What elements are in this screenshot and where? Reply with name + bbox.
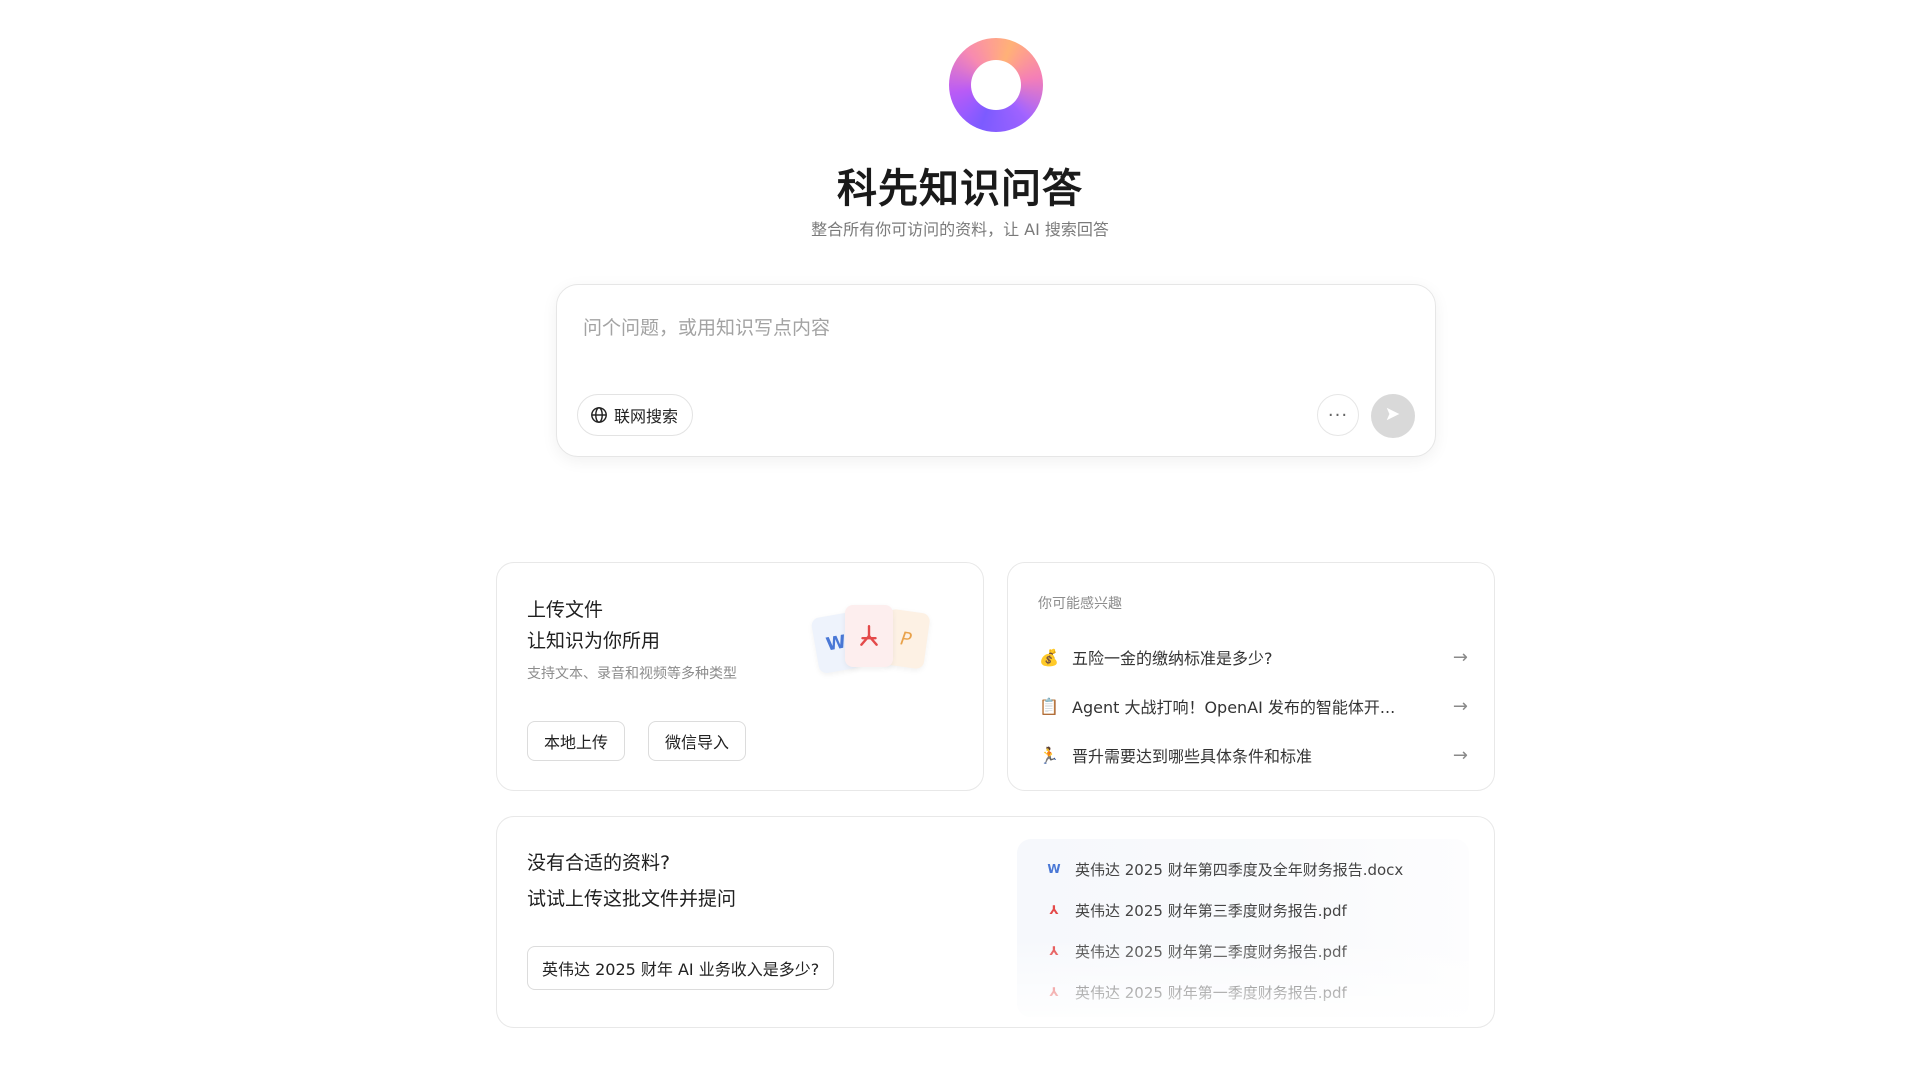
wechat-import-button[interactable]: 微信导入 — [648, 721, 747, 761]
pdf-file-icon: ⅄ — [1049, 903, 1059, 917]
suggestion-text: 晋升需要达到哪些具体条件和标准 — [1072, 747, 1313, 766]
suggestion-item[interactable]: 📋 Agent 大战打响！OpenAI 发布的智能体开... → — [1038, 688, 1468, 724]
suggestion-text: Agent 大战打响！OpenAI 发布的智能体开... — [1072, 698, 1396, 717]
pdf-file-icon: ⅄ — [1049, 944, 1059, 958]
upload-title-line1: 上传文件 — [527, 599, 604, 621]
suggestion-text: 五险一金的缴纳标准是多少? — [1072, 649, 1273, 668]
arrow-right-icon: → — [1452, 744, 1468, 766]
sample-title-line1: 没有合适的资料? — [527, 852, 671, 874]
page-title: 科先知识问答 — [837, 166, 1083, 212]
upload-description: 支持文本、录音和视频等多种类型 — [527, 666, 737, 682]
file-item: W 英伟达 2025 财年第四季度及全年财务报告.docx — [1045, 855, 1403, 883]
file-name: 英伟达 2025 财年第四季度及全年财务报告.docx — [1075, 860, 1404, 879]
clipboard-icon: 📋 — [1039, 696, 1059, 716]
file-types-illustration: W P — [810, 599, 945, 685]
more-options-button[interactable]: ··· — [1317, 394, 1359, 436]
web-search-label: 联网搜索 — [614, 407, 679, 426]
arrow-right-icon: → — [1452, 646, 1468, 668]
file-name: 英伟达 2025 财年第二季度财务报告.pdf — [1075, 942, 1347, 961]
sample-title-line2: 试试上传这批文件并提问 — [527, 888, 737, 910]
file-item: ⅄ 英伟达 2025 财年第二季度财务报告.pdf — [1045, 937, 1347, 965]
arrow-right-icon: → — [1452, 695, 1468, 717]
send-button[interactable] — [1371, 394, 1415, 438]
money-bag-icon: 💰 — [1039, 647, 1059, 667]
runner-icon: 🏃 — [1039, 745, 1059, 765]
ask-box: 联网搜索 ··· — [556, 284, 1436, 457]
upload-card: 上传文件 让知识为你所用 支持文本、录音和视频等多种类型 本地上传 微信导入 W… — [496, 562, 984, 791]
more-icon: ··· — [1327, 404, 1349, 426]
sample-question-button[interactable]: 英伟达 2025 财年 AI 业务收入是多少? — [527, 946, 835, 990]
page-subtitle: 整合所有你可访问的资料，让 AI 搜索回答 — [811, 220, 1109, 239]
suggestions-card: 你可能感兴趣 💰 五险一金的缴纳标准是多少? → 📋 Agent 大战打响！Op… — [1007, 562, 1495, 791]
suggestion-item[interactable]: 🏃 晋升需要达到哪些具体条件和标准 → — [1038, 737, 1468, 773]
globe-icon — [590, 406, 608, 424]
suggestion-item[interactable]: 💰 五险一金的缴纳标准是多少? → — [1038, 639, 1468, 675]
upload-title-line2: 让知识为你所用 — [527, 630, 661, 652]
pdf-file-icon — [845, 605, 893, 667]
pdf-file-icon: ⅄ — [1049, 985, 1059, 999]
file-item: ⅄ 英伟达 2025 财年第一季度财务报告.pdf — [1045, 978, 1347, 1006]
sample-file-list: W 英伟达 2025 财年第四季度及全年财务报告.docx ⅄ 英伟达 2025… — [1017, 839, 1469, 1017]
web-search-button[interactable]: 联网搜索 — [577, 394, 694, 436]
page: 科先知识问答 整合所有你可访问的资料，让 AI 搜索回答 联网搜索 ··· — [0, 0, 1920, 1080]
app-logo — [949, 38, 1043, 132]
send-icon — [1384, 405, 1402, 427]
suggestions-heading: 你可能感兴趣 — [1038, 596, 1122, 612]
local-upload-button[interactable]: 本地上传 — [527, 721, 626, 761]
word-file-icon: W — [1047, 862, 1061, 876]
sample-title: 没有合适的资料? 试试上传这批文件并提问 — [527, 845, 736, 917]
file-name: 英伟达 2025 财年第一季度财务报告.pdf — [1075, 983, 1347, 1002]
ask-input[interactable] — [581, 307, 1405, 349]
file-name: 英伟达 2025 财年第三季度财务报告.pdf — [1075, 901, 1347, 920]
sample-files-card: 没有合适的资料? 试试上传这批文件并提问 英伟达 2025 财年 AI 业务收入… — [496, 816, 1495, 1028]
file-item: ⅄ 英伟达 2025 财年第三季度财务报告.pdf — [1045, 896, 1347, 924]
upload-title: 上传文件 让知识为你所用 — [527, 595, 660, 657]
